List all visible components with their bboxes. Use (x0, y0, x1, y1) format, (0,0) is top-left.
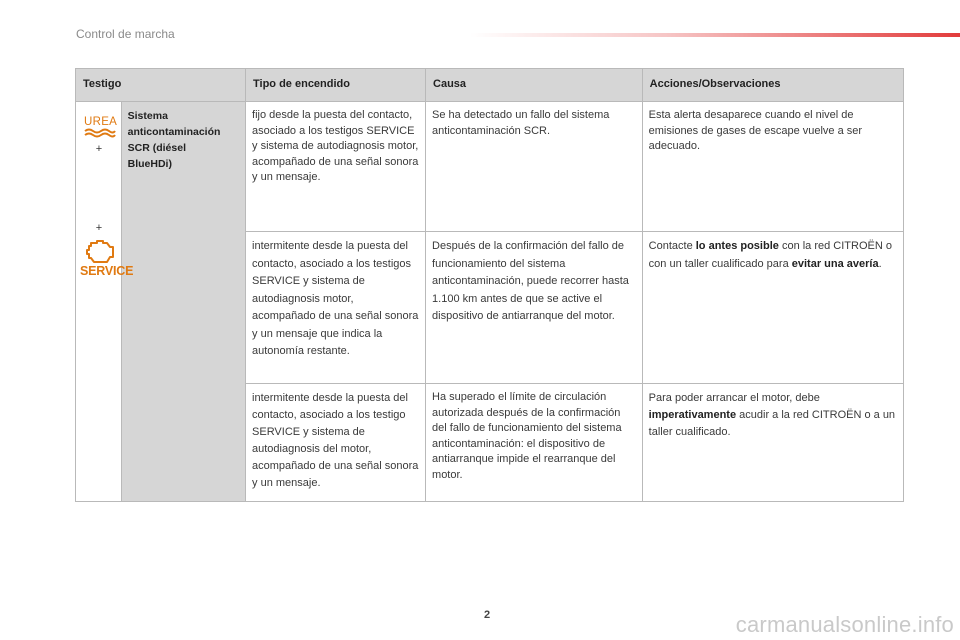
ignition-type-cell: fijo desde la puesta del contacto, asoci… (245, 101, 427, 232)
system-name-line: BlueHDi) (127, 158, 172, 170)
column-header-acciones: Acciones/Observaciones (641, 68, 905, 102)
action-emphasis: evitar una avería (791, 257, 879, 270)
urea-warning-icon: UREA (84, 116, 117, 144)
page-number: 2 (484, 609, 491, 621)
warning-icons-cell: UREA + SERVICE + (75, 101, 133, 502)
cause-cell: Ha superado el límite de circulación aut… (425, 383, 643, 502)
column-header-tipo: Tipo de encendido (245, 68, 427, 102)
cause-cell: Se ha detectado un fallo del sistema ant… (425, 101, 643, 232)
table-header-row: Testigo Tipo de encendido Causa Acciones… (74, 68, 905, 102)
service-warning-icon: SERVICE (80, 264, 134, 278)
urea-wave-icon (84, 128, 116, 138)
table-row: UREA + SERVICE + Sistema anticontaminaci… (75, 101, 905, 502)
plus-sign: + (95, 143, 103, 155)
warning-lights-table: Testigo Tipo de encendido Causa Acciones… (74, 68, 905, 502)
watermark: carmanualsonline.info (735, 612, 954, 637)
cause-cell: Después de la confirmación del fallo de … (425, 231, 643, 384)
action-text: Para poder arrancar el motor, debe (648, 392, 820, 404)
column-header-testigo: Testigo (74, 68, 247, 102)
action-cell: Esta alerta desaparece cuando el nivel d… (641, 101, 905, 232)
action-emphasis: imperativamente (648, 409, 737, 421)
engine-check-icon (86, 240, 114, 263)
action-cell: Contacte lo antes posible con la red CIT… (641, 231, 905, 384)
column-header-causa: Causa (425, 68, 643, 102)
system-name-line: SCR (diésel (127, 142, 186, 154)
ignition-type-cell: intermitente desde la puesta del contact… (245, 231, 427, 384)
action-text: Contacte (648, 240, 696, 252)
header-accent-bar (470, 33, 960, 37)
action-emphasis: lo antes posible (695, 240, 779, 252)
action-text: . (878, 257, 882, 270)
system-name-line: anticontaminación (127, 126, 221, 138)
system-name-cell: Sistema anticontaminación SCR (diésel Bl… (120, 101, 247, 502)
action-cell: Para poder arrancar el motor, debe imper… (641, 383, 905, 502)
section-title: Control de marcha (76, 27, 175, 41)
plus-sign: + (95, 222, 103, 234)
action-text: Esta alerta desaparece cuando el nivel d… (648, 109, 863, 152)
ignition-type-cell: intermitente desde la puesta del contact… (245, 383, 427, 502)
system-name-line: Sistema (127, 110, 168, 122)
